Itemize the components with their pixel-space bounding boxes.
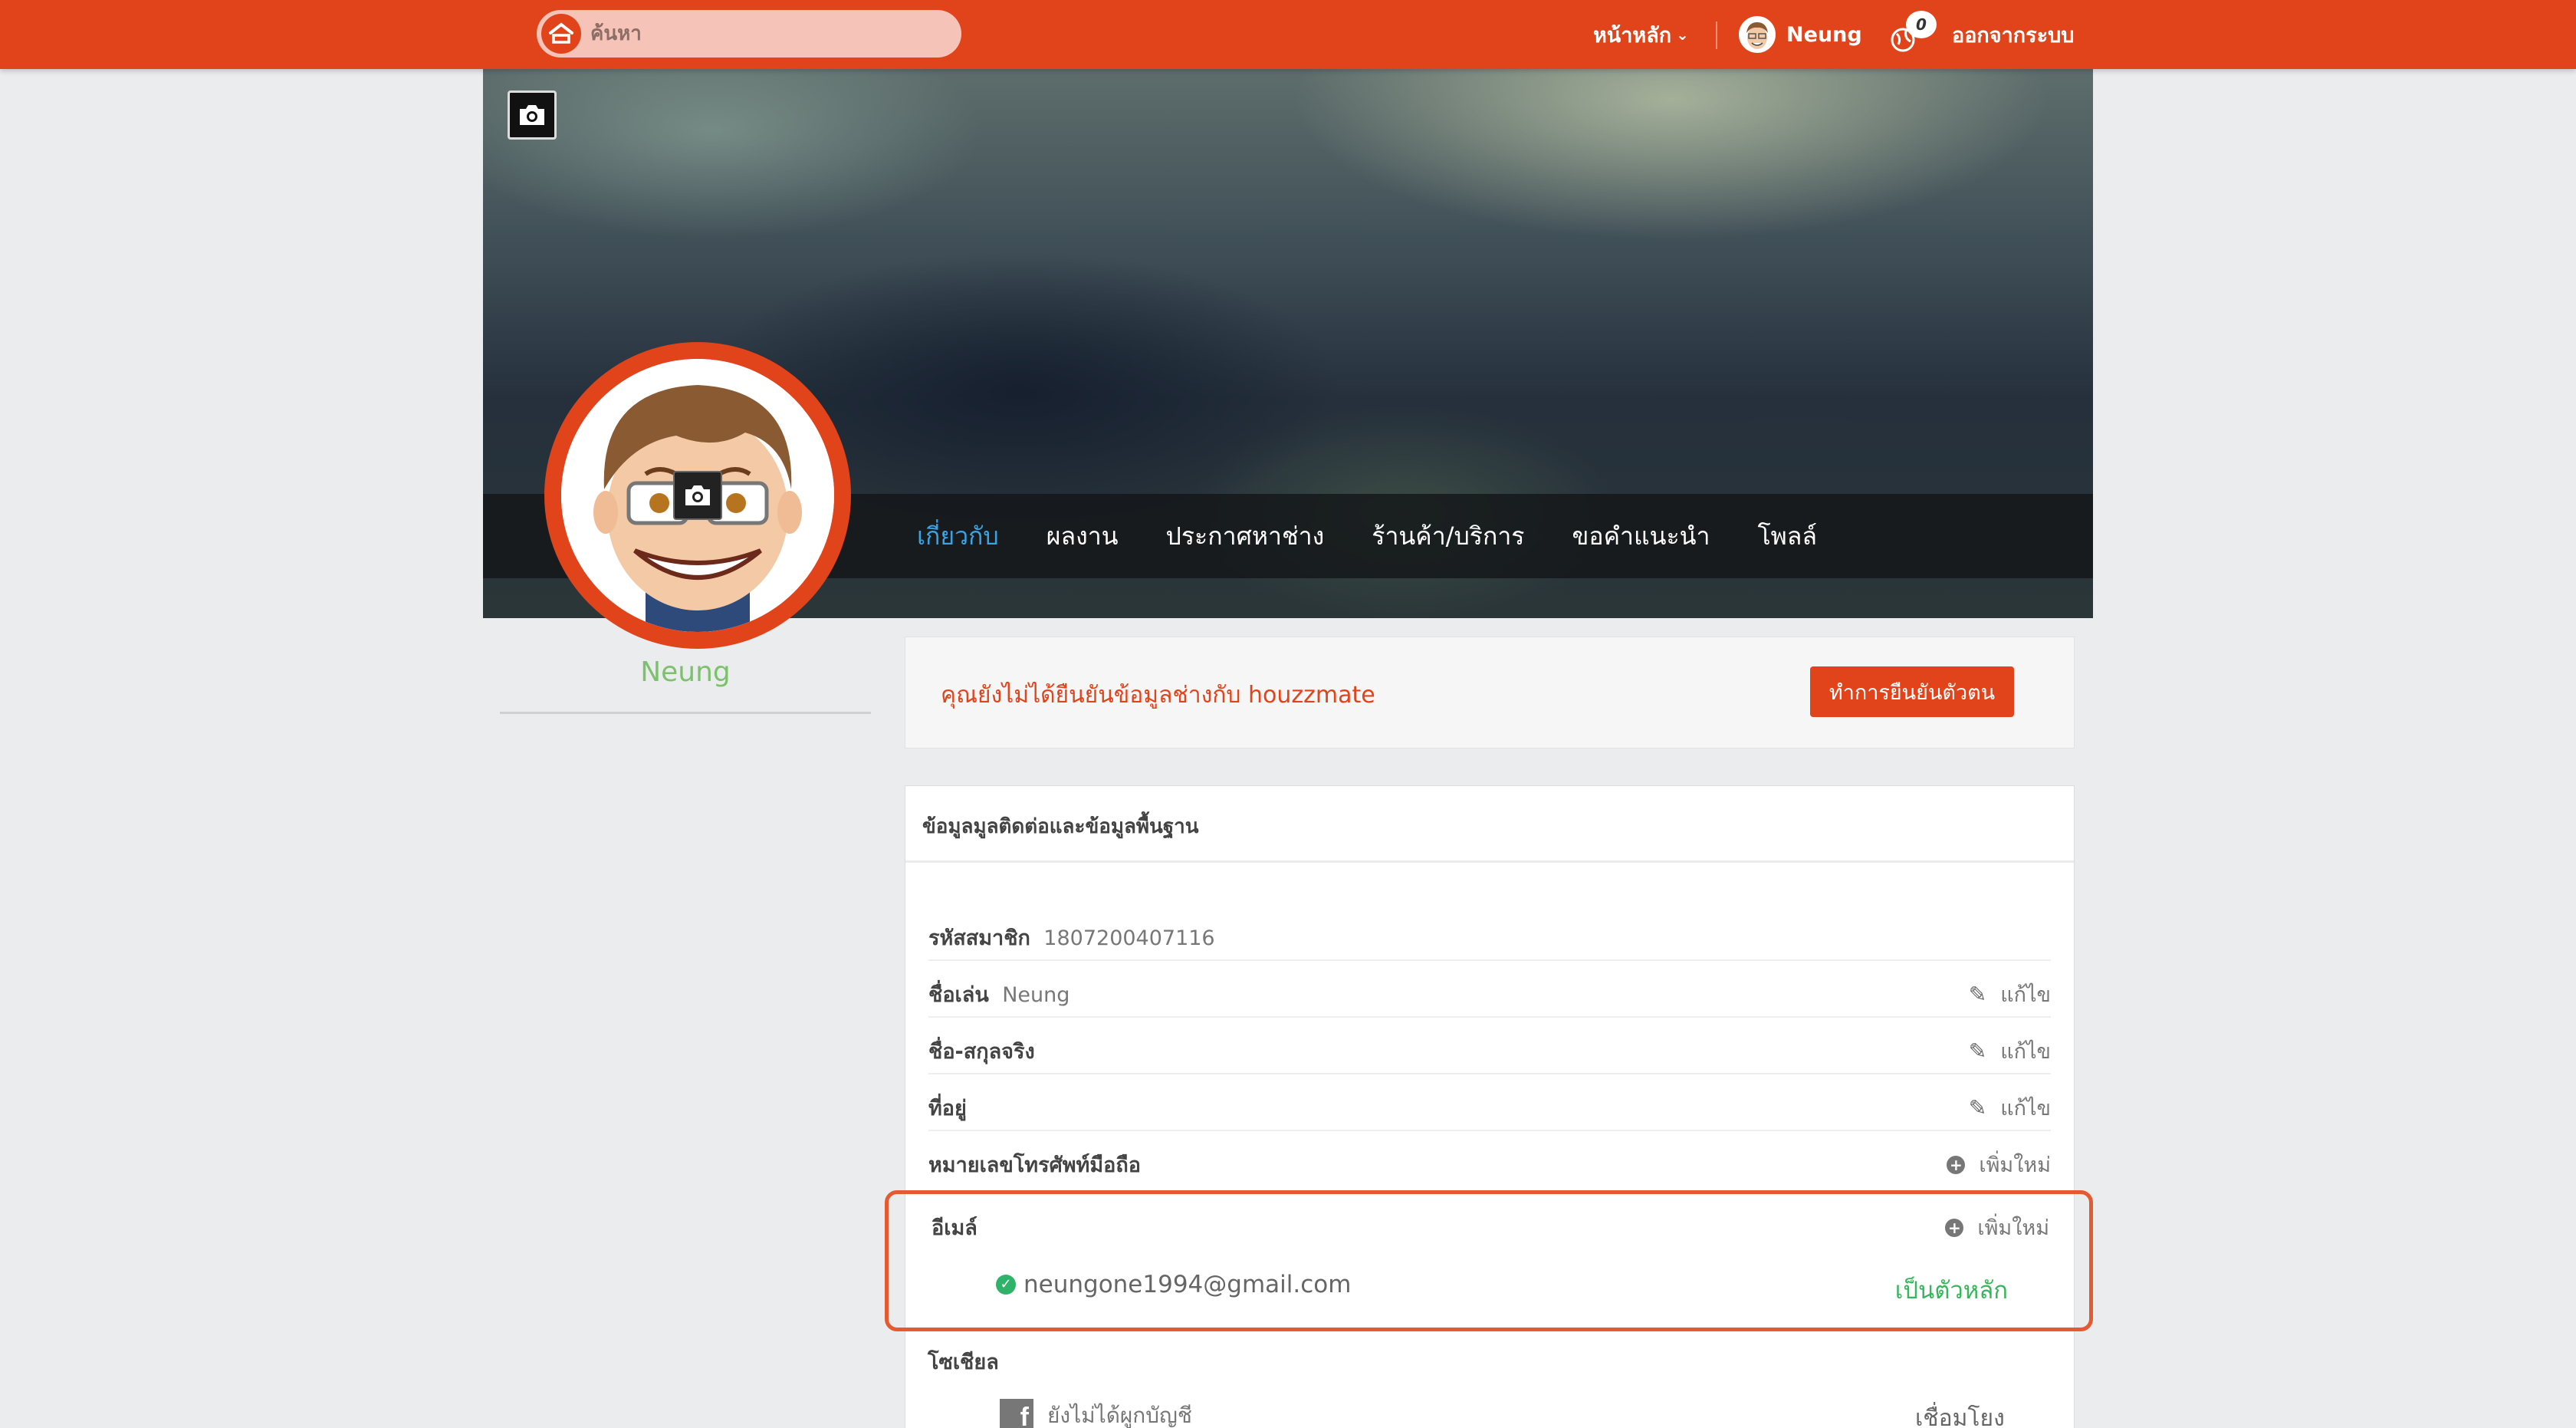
top-navbar: หน้าหลัก ⌄ Neung 0 ออกจากระบบ xyxy=(0,0,2576,69)
link-facebook-button[interactable]: เชื่อมโยง xyxy=(1915,1400,2005,1428)
pencil-icon: ✎ xyxy=(1968,1095,1987,1120)
profile-avatar[interactable] xyxy=(544,342,851,649)
profile-divider xyxy=(500,712,871,714)
edit-nickname-button[interactable]: ✎ แก้ไข xyxy=(1969,978,2051,1011)
tab-shop-services[interactable]: ร้านค้า/บริการ xyxy=(1372,517,1524,556)
verification-message: คุณยังไม่ได้ยืนยันข้อมูลช่างกับ houzzmat… xyxy=(941,682,1375,709)
home-logo-icon[interactable] xyxy=(541,14,581,54)
edit-label: แก้ไข xyxy=(2000,983,2051,1007)
tab-job-posts[interactable]: ประกาศหาช่าง xyxy=(1166,517,1325,556)
search-bar[interactable] xyxy=(537,10,961,58)
member-id-value: 1807200407116 xyxy=(1043,926,1215,950)
pencil-icon: ✎ xyxy=(1968,1038,1987,1064)
card-title: ข้อมูลมูลติดต่อและข้อมูลพื้นฐาน xyxy=(922,815,1199,838)
tab-portfolio[interactable]: ผลงาน xyxy=(1046,517,1119,556)
edit-full-name-button[interactable]: ✎ แก้ไข xyxy=(1969,1035,2051,1068)
email-entry: ✓ neungone1994@gmail.com xyxy=(996,1271,1351,1298)
notification-button[interactable]: 0 xyxy=(1889,11,1937,57)
email-section: อีเมล์ + เพิ่มใหม่ ✓ neungone1994@gmail.… xyxy=(885,1190,2093,1331)
facebook-row: f ยังไม่ได้ผูกบัญชี xyxy=(1000,1399,1192,1428)
full-name-label: ชื่อ-สกุลจริง xyxy=(928,1040,1035,1064)
profile-tabs: เกี่ยวกับ ผลงาน ประกาศหาช่าง ร้านค้า/บริ… xyxy=(917,494,1865,578)
contact-info-card: ข้อมูลมูลติดต่อและข้อมูลพื้นฐาน รหัสสมาช… xyxy=(905,785,2075,1428)
facebook-status: ยังไม่ได้ผูกบัญชี xyxy=(1047,1403,1192,1428)
logout-label: ออกจากระบบ xyxy=(1952,23,2075,48)
add-label: เพิ่มใหม่ xyxy=(1979,1153,2051,1177)
social-label: โซเชียล xyxy=(928,1351,999,1374)
home-menu[interactable]: หน้าหลัก ⌄ xyxy=(1593,0,1689,69)
nickname-label: ชื่อเล่น xyxy=(928,983,989,1007)
profile-camera-icon[interactable] xyxy=(673,471,722,520)
notification-count: 0 xyxy=(1906,11,1937,38)
user-avatar xyxy=(1739,16,1776,53)
verify-identity-button[interactable]: ทำการยืนยันตัวตน xyxy=(1810,666,2014,717)
email-address: neungone1994@gmail.com xyxy=(1024,1271,1352,1298)
address-row: ที่อยู่ ✎ แก้ไข xyxy=(928,1074,2051,1131)
add-phone-button[interactable]: + เพิ่มใหม่ xyxy=(1947,1148,2051,1181)
user-menu[interactable]: Neung xyxy=(1739,0,1862,69)
nav-divider xyxy=(1716,21,1717,49)
facebook-icon: f xyxy=(1000,1399,1033,1428)
full-name-row: ชื่อ-สกุลจริง ✎ แก้ไข xyxy=(928,1018,2051,1074)
verification-banner: คุณยังไม่ได้ยืนยันข้อมูลช่างกับ houzzmat… xyxy=(905,637,2075,749)
plus-circle-icon: + xyxy=(1945,1218,1964,1237)
email-label: อีเมล์ xyxy=(932,1216,978,1240)
tab-about[interactable]: เกี่ยวกับ xyxy=(917,517,999,556)
edit-label: แก้ไข xyxy=(2000,1040,2051,1064)
edit-label: แก้ไข xyxy=(2000,1097,2051,1120)
logout-link[interactable]: ออกจากระบบ xyxy=(1952,0,2074,69)
phone-row: หมายเลขโทรศัพท์มือถือ + เพิ่มใหม่ xyxy=(928,1131,2051,1188)
plus-circle-icon: + xyxy=(1947,1155,1966,1174)
address-label: ที่อยู่ xyxy=(928,1097,967,1120)
primary-email-badge[interactable]: เป็นตัวหลัก xyxy=(1895,1271,2008,1309)
add-email-button[interactable]: + เพิ่มใหม่ xyxy=(1945,1211,2049,1244)
pencil-icon: ✎ xyxy=(1968,982,1987,1007)
tab-ask-advice[interactable]: ขอคำแนะนำ xyxy=(1572,517,1710,556)
edit-address-button[interactable]: ✎ แก้ไข xyxy=(1969,1091,2051,1124)
chevron-down-icon: ⌄ xyxy=(1676,25,1689,44)
user-name: Neung xyxy=(1786,22,1862,47)
member-id-label: รหัสสมาชิก xyxy=(928,926,1030,950)
search-input[interactable] xyxy=(590,22,928,45)
card-header: ข้อมูลมูลติดต่อและข้อมูลพื้นฐาน xyxy=(905,786,2074,863)
check-circle-icon: ✓ xyxy=(996,1275,1016,1295)
profile-name: Neung xyxy=(640,656,731,688)
cover-camera-icon[interactable] xyxy=(508,90,557,140)
phone-label: หมายเลขโทรศัพท์มือถือ xyxy=(928,1153,1141,1177)
home-menu-label: หน้าหลัก xyxy=(1593,23,1672,48)
tab-polls[interactable]: โพลล์ xyxy=(1757,517,1817,556)
nickname-row: ชื่อเล่น Neung ✎ แก้ไข xyxy=(928,961,2051,1018)
nickname-value: Neung xyxy=(1002,983,1070,1007)
member-id-row: รหัสสมาชิก 1807200407116 xyxy=(928,904,2051,961)
add-label: เพิ่มใหม่ xyxy=(1977,1216,2049,1240)
